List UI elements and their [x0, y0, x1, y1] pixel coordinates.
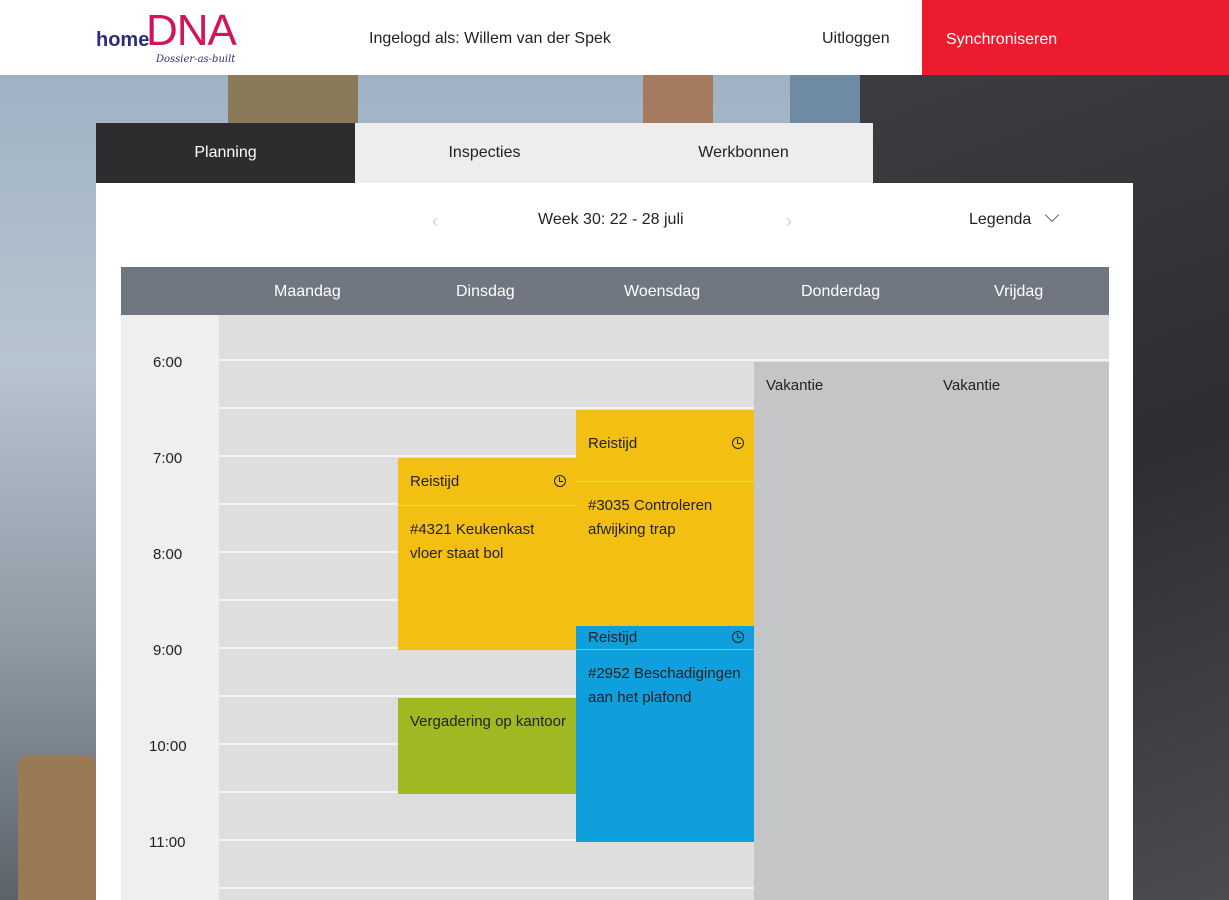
tab-werkbonnen[interactable]: Werkbonnen: [614, 123, 873, 183]
main-tabs: Planning Inspecties Werkbonnen: [96, 123, 873, 183]
calendar-grid: 6:00 7:00 8:00 9:00 10:00 11:00 Vakantie…: [121, 315, 1109, 900]
travel-time-label: Reistijd: [410, 473, 460, 490]
tab-inspecties[interactable]: Inspecties: [355, 123, 614, 183]
chevron-down-icon: [1045, 207, 1060, 223]
day-header-dinsdag: Dinsdag: [456, 283, 515, 300]
event-keukenkast[interactable]: Reistijd #4321 Keukenkast vloer staat bo…: [398, 458, 576, 650]
event-title: #4321 Keukenkast vloer staat bol: [410, 521, 535, 562]
logo-tagline: Dossier-as-built: [156, 54, 236, 65]
week-navigation: ‹ Week 30: 22 - 28 juli › Legenda: [96, 183, 1133, 267]
legend-dropdown[interactable]: Legenda: [969, 207, 1060, 229]
event-beschadigingen-plafond[interactable]: Reistijd #2952 Beschadigingen aan het pl…: [576, 626, 754, 842]
legend-label: Legenda: [969, 211, 1032, 228]
time-label: 11:00: [149, 834, 186, 851]
time-label: 9:00: [153, 642, 183, 659]
event-title: #3035 Controleren afwijking trap: [588, 497, 713, 538]
homedna-logo[interactable]: home DNA Dossier-as-built: [96, 6, 271, 70]
travel-time-label: Reistijd: [588, 435, 638, 452]
time-column: 6:00 7:00 8:00 9:00 10:00 11:00: [121, 315, 219, 900]
logo-dna-text: DNA: [146, 6, 237, 55]
event-controleren-trap[interactable]: Reistijd #3035 Controleren afwijking tra…: [576, 410, 754, 626]
time-label: 8:00: [153, 546, 183, 563]
logo-home-text: home: [96, 29, 150, 51]
vacation-label-vrijdag: Vakantie: [943, 377, 1001, 394]
vacation-block[interactable]: Vakantie Vakantie: [754, 362, 1109, 900]
chevron-right-icon[interactable]: ›: [786, 211, 792, 232]
day-header-woensdag: Woensdag: [624, 283, 701, 300]
day-header-row: Maandag Dinsdag Woensdag Donderdag Vrijd…: [121, 267, 1109, 315]
clock-icon: [554, 475, 566, 487]
background-crane: [228, 75, 358, 123]
event-divider: [576, 649, 754, 650]
day-header-vrijdag: Vrijdag: [994, 283, 1044, 300]
day-header-maandag: Maandag: [274, 283, 341, 300]
time-label: 7:00: [153, 450, 183, 467]
time-label: 6:00: [153, 354, 183, 371]
logged-in-user: Ingelogd als: Willem van der Spek: [369, 30, 611, 47]
event-title: Vergadering op kantoor: [410, 713, 566, 730]
planning-panel: ‹ Week 30: 22 - 28 juli › Legenda Maanda…: [96, 183, 1133, 900]
chevron-left-icon[interactable]: ‹: [432, 211, 438, 232]
event-divider: [576, 481, 754, 482]
background-worker: [18, 755, 96, 900]
week-title: Week 30: 22 - 28 juli: [538, 211, 684, 228]
tab-planning[interactable]: Planning: [96, 123, 355, 183]
top-header: home DNA Dossier-as-built Ingelogd als: …: [0, 0, 1229, 75]
travel-time-label: Reistijd: [588, 629, 638, 646]
logout-link[interactable]: Uitloggen: [822, 30, 890, 48]
sync-button[interactable]: Synchroniseren: [922, 0, 1229, 75]
day-header-donderdag: Donderdag: [801, 283, 881, 300]
clock-icon: [732, 437, 744, 449]
event-title: #2952 Beschadigingen aan het plafond: [588, 665, 741, 706]
clock-icon: [732, 631, 744, 643]
hour-gridline: [219, 359, 1109, 361]
event-divider: [398, 505, 576, 506]
event-vergadering[interactable]: Vergadering op kantoor: [398, 698, 576, 794]
vacation-label-donderdag: Vakantie: [766, 377, 824, 394]
background-arm: [643, 75, 713, 123]
time-label: 10:00: [149, 738, 187, 755]
